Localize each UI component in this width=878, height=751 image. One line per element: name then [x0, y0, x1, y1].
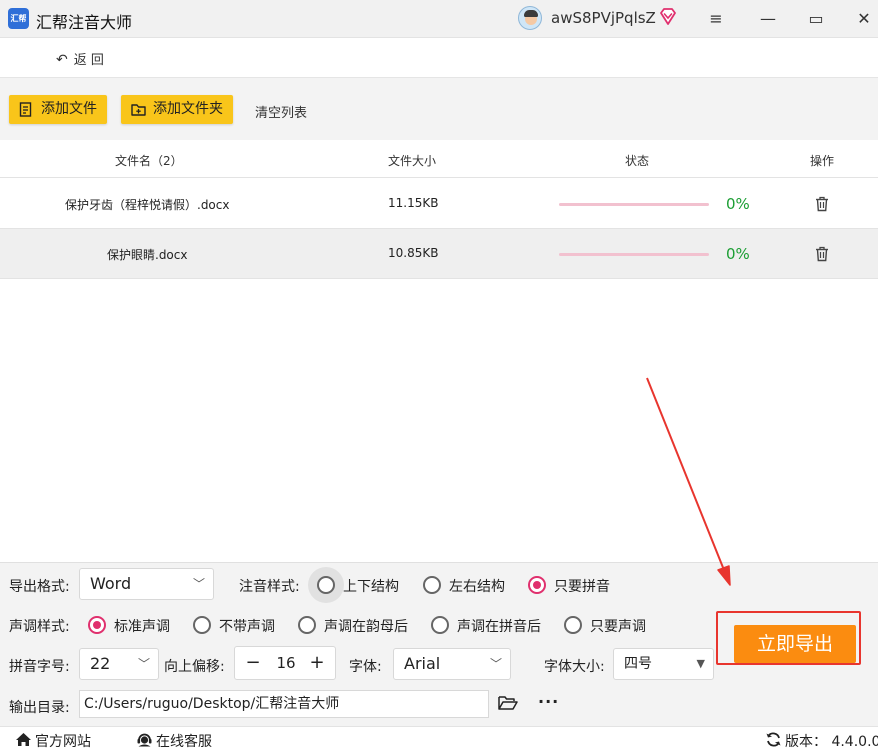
font-size-value: 四号 — [624, 656, 652, 672]
chevron-down-icon: ﹀ — [137, 657, 150, 671]
header-status: 状态 — [625, 154, 650, 168]
add-file-label: 添加文件 — [41, 101, 97, 117]
file-name: 保护牙齿（程梓悦请假）.docx — [65, 198, 230, 212]
add-file-icon — [19, 102, 32, 117]
header-filesize: 文件大小 — [388, 154, 437, 168]
radio-label: 上下结构 — [343, 579, 399, 595]
refresh-icon — [766, 732, 781, 747]
radio-circle — [88, 616, 106, 634]
back-button[interactable]: ↶ 返 回 — [56, 49, 104, 68]
radio-circle — [528, 576, 546, 594]
output-dir-input[interactable]: C:/Users/ruguo/Desktop/汇帮注音大师 — [79, 690, 489, 718]
clear-list-button[interactable]: 清空列表 — [255, 102, 307, 121]
tone-style-label: 声调样式: — [9, 619, 70, 635]
folder-open-icon[interactable] — [498, 695, 518, 711]
app-title: 汇帮注音大师 — [36, 13, 133, 32]
font-size-label: 字体大小: — [544, 659, 605, 675]
close-button[interactable]: ✕ — [851, 6, 877, 32]
chevron-down-icon: ﹀ — [489, 657, 502, 671]
delete-icon[interactable] — [815, 246, 829, 262]
official-website-label: 官方网站 — [35, 734, 91, 750]
pinyin-size-select[interactable]: 22 ﹀ — [79, 648, 159, 680]
radio-circle — [298, 616, 316, 634]
font-value: Arial — [404, 654, 441, 673]
radio-label: 左右结构 — [449, 579, 505, 595]
offset-label: 向上偏移: — [164, 659, 225, 675]
font-select[interactable]: Arial ﹀ — [393, 648, 511, 680]
headset-icon — [137, 733, 152, 747]
font-size-select[interactable]: 四号 ▼ — [613, 648, 714, 680]
minimize-button[interactable]: — — [755, 6, 781, 32]
table-row[interactable]: 保护牙齿（程梓悦请假）.docx 11.15KB 0% — [0, 179, 878, 229]
header-action: 操作 — [810, 154, 835, 168]
radio-circle — [423, 576, 441, 594]
file-name: 保护眼睛.docx — [107, 248, 188, 262]
output-dir-label: 输出目录: — [9, 700, 70, 716]
toolbar: 添加文件 添加文件夹 清空列表 — [0, 78, 878, 140]
progress-bar — [559, 253, 709, 256]
pinyin-size-value: 22 — [90, 654, 111, 673]
pinyin-size-label: 拼音字号: — [9, 659, 70, 675]
radio-label: 不带声调 — [219, 619, 275, 635]
font-label: 字体: — [349, 659, 382, 675]
file-size: 11.15KB — [388, 196, 439, 210]
vip-diamond-icon[interactable] — [659, 8, 677, 25]
progress-bar — [559, 203, 709, 206]
add-folder-button[interactable]: 添加文件夹 — [121, 95, 233, 124]
increment-button[interactable]: + — [305, 650, 329, 676]
online-support-label: 在线客服 — [156, 734, 212, 750]
radio-circle — [431, 616, 449, 634]
file-size: 10.85KB — [388, 246, 439, 260]
app-window: 汇帮 汇帮注音大师 awS8PVjPqlsZ ≡ — ▭ ✕ ↶ 返 回 添加文件 — [0, 0, 878, 751]
radio-circle — [564, 616, 582, 634]
radio-label: 只要声调 — [590, 619, 646, 635]
footer: 官方网站 在线客服 版本： 4.4.0.0 — [0, 726, 878, 751]
offset-value[interactable]: 16 — [275, 654, 297, 672]
table-row[interactable]: 保护眼睛.docx 10.85KB 0% — [0, 229, 878, 279]
menu-icon[interactable]: ≡ — [703, 6, 729, 32]
progress-percent: 0% — [726, 245, 750, 263]
add-folder-icon — [131, 104, 146, 116]
decrement-button[interactable]: − — [241, 650, 265, 676]
export-now-button[interactable]: 立即导出 — [734, 625, 856, 663]
export-format-label: 导出格式: — [9, 579, 70, 595]
caret-down-icon: ▼ — [696, 657, 705, 670]
user-avatar[interactable] — [518, 6, 542, 30]
home-icon — [16, 733, 31, 746]
add-file-button[interactable]: 添加文件 — [9, 95, 107, 124]
annotation-style-label: 注音样式: — [239, 579, 300, 595]
title-bar: 汇帮 汇帮注音大师 awS8PVjPqlsZ ≡ — ▭ ✕ — [0, 0, 878, 38]
username[interactable]: awS8PVjPqlsZ — [551, 9, 656, 27]
export-format-value: Word — [90, 574, 132, 593]
maximize-button[interactable]: ▭ — [803, 6, 829, 32]
chevron-down-icon: ﹀ — [192, 577, 205, 591]
export-format-select[interactable]: Word ﹀ — [79, 568, 214, 600]
back-bar: ↶ 返 回 — [0, 38, 878, 78]
radio-label: 标准声调 — [114, 619, 170, 635]
radio-label: 声调在拼音后 — [457, 619, 541, 635]
radio-circle — [317, 576, 335, 594]
version-label: 版本： 4.4.0.0 — [785, 734, 878, 750]
header-filename: 文件名（2） — [115, 154, 183, 168]
back-label: 返 回 — [73, 53, 104, 68]
more-options-icon[interactable]: ··· — [538, 692, 559, 711]
progress-percent: 0% — [726, 195, 750, 213]
back-arrow-icon: ↶ — [56, 52, 68, 68]
radio-label: 只要拼音 — [554, 579, 610, 595]
radio-label: 声调在韵母后 — [324, 619, 408, 635]
add-folder-label: 添加文件夹 — [153, 101, 223, 117]
table-header: 文件名（2） 文件大小 状态 操作 — [0, 140, 878, 178]
radio-circle — [193, 616, 211, 634]
app-logo-icon: 汇帮 — [8, 8, 29, 29]
delete-icon[interactable] — [815, 196, 829, 212]
offset-stepper: − 16 + — [234, 646, 336, 680]
